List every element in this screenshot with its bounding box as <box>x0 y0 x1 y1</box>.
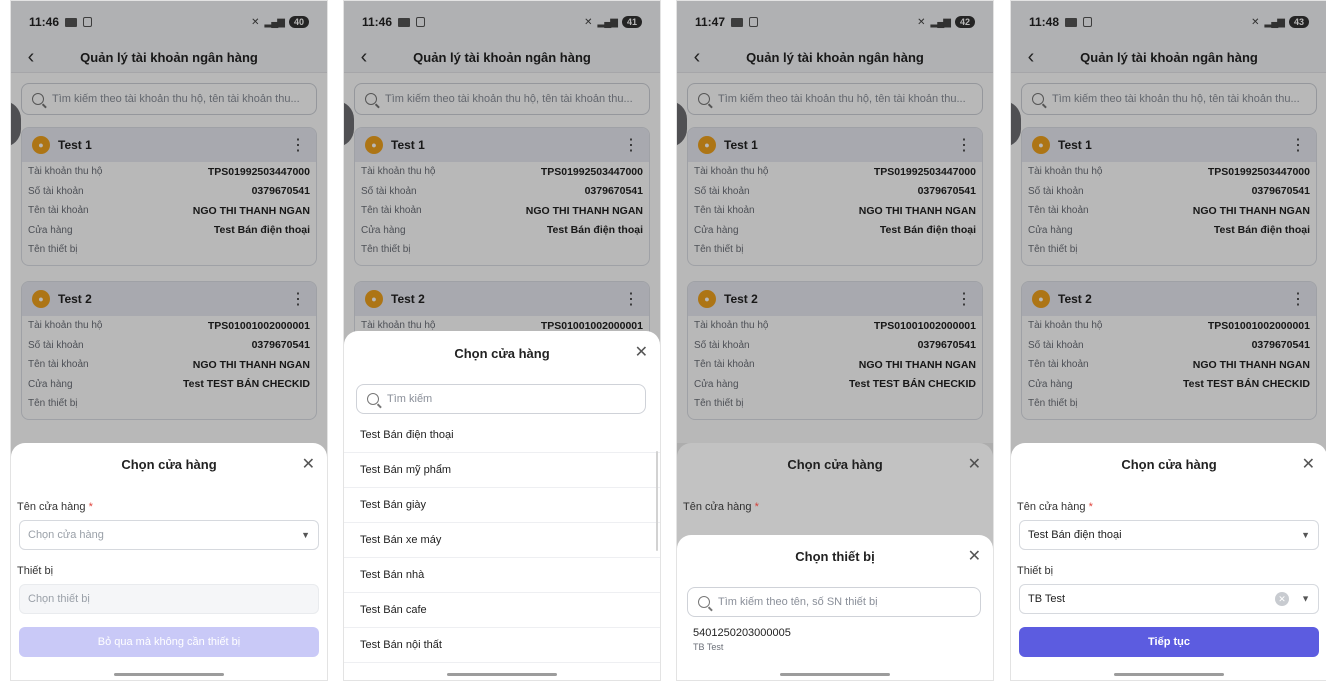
home-indicator <box>114 673 224 676</box>
sheet-title: Chọn cửa hàng <box>454 345 550 361</box>
clear-icon[interactable]: ✕ <box>1275 592 1290 606</box>
close-icon[interactable]: ✕ <box>1302 454 1315 474</box>
store-placeholder: Chọn cửa hàng <box>28 529 104 541</box>
phone-screen-2: 11:46 ✕ ▂▄▆ 41 ‹ Quản lý tài khoản ngân hà… <box>343 0 661 681</box>
store-select[interactable]: Chọn cửa hàng ▼ <box>19 520 319 550</box>
store-sheet: Chọn cửa hàng ✕ Tên cửa hàng * Test Bán đ… <box>1011 443 1326 680</box>
store-label-text: Tên cửa hàng <box>1017 501 1086 513</box>
device-code: 5401250203000005 <box>693 627 791 639</box>
store-label-text: Tên cửa hàng <box>17 501 86 513</box>
search-placeholder: Tìm kiếm theo tên, số SN thiết bị <box>718 596 878 608</box>
device-placeholder: Chọn thiết bị <box>28 593 90 605</box>
search-icon <box>367 393 379 405</box>
device-option[interactable]: 5401250203000005 TB Test <box>677 617 993 662</box>
chevron-down-icon: ▼ <box>301 530 310 540</box>
store-sheet: Chọn cửa hàng ✕ Tên cửa hàng * Chọn cửa h… <box>11 443 327 680</box>
sheet-title: Chọn thiết bị <box>795 548 875 564</box>
store-option[interactable]: Test Bán mỹ phẩm <box>344 453 660 488</box>
required-mark: * <box>88 501 93 513</box>
device-picker-sheet: Chọn thiết bị ✕ Tìm kiếm theo tên, số SN … <box>677 535 993 680</box>
store-option[interactable]: Test Bán điện thoại <box>344 418 660 453</box>
store-option[interactable]: Test Bán xe máy <box>344 523 660 558</box>
device-label: Thiết bị <box>1017 565 1054 577</box>
device-value: TB Test <box>1028 593 1066 605</box>
phone-screen-1: 11:46 ✕ ▂▄▆ 40 ‹ Quản lý tài khoản ngân hà… <box>10 0 328 681</box>
phone-screen-3: 11:47 ✕ ▂▄▆ 42 ‹ Quản lý tài khoản ngân hà… <box>676 0 994 681</box>
required-mark: * <box>1088 501 1093 513</box>
search-icon <box>698 596 710 608</box>
store-option[interactable]: Test Bán nội thất <box>344 628 660 663</box>
home-indicator <box>780 673 890 676</box>
sheet-title: Chọn cửa hàng <box>121 456 217 472</box>
home-indicator <box>1114 673 1224 676</box>
store-option[interactable]: Test Bán nhà <box>344 558 660 593</box>
store-search-input[interactable]: Tìm kiếm <box>356 384 646 414</box>
store-label: Tên cửa hàng * <box>1011 501 1326 513</box>
skip-device-button[interactable]: Bỏ qua mà không cần thiết bị <box>19 627 319 657</box>
device-select[interactable]: Chọn thiết bị <box>19 584 319 614</box>
home-indicator <box>447 673 557 676</box>
close-icon[interactable]: ✕ <box>635 342 648 362</box>
store-picker-sheet: Chọn cửa hàng ✕ Tìm kiếm Test Bán điện th… <box>344 331 660 680</box>
sheet-title: Chọn cửa hàng <box>1121 456 1217 472</box>
device-name: TB Test <box>693 642 724 652</box>
chevron-down-icon: ▼ <box>1301 530 1310 540</box>
close-icon[interactable]: ✕ <box>968 546 981 566</box>
scrollbar[interactable] <box>656 451 658 551</box>
close-icon[interactable]: ✕ <box>302 454 315 474</box>
phone-screen-4: 11:48 ✕ ▂▄▆ 43 ‹ Quản lý tài khoản ngân hà… <box>1010 0 1326 681</box>
chevron-down-icon: ▼ <box>1301 593 1310 604</box>
store-label: Tên cửa hàng * <box>11 501 327 513</box>
continue-button[interactable]: Tiếp tục <box>1019 627 1319 657</box>
store-option[interactable]: Test Bán cafe <box>344 593 660 628</box>
search-placeholder: Tìm kiếm <box>387 393 433 405</box>
device-search-input[interactable]: Tìm kiếm theo tên, số SN thiết bị <box>687 587 981 617</box>
store-value: Test Bán điện thoại <box>1028 529 1122 541</box>
store-select[interactable]: Test Bán điện thoại ▼ <box>1019 520 1319 550</box>
store-option[interactable]: Test Bán giày <box>344 488 660 523</box>
device-label: Thiết bị <box>17 565 54 577</box>
device-select[interactable]: TB Test ✕ ▼ <box>1019 584 1319 614</box>
